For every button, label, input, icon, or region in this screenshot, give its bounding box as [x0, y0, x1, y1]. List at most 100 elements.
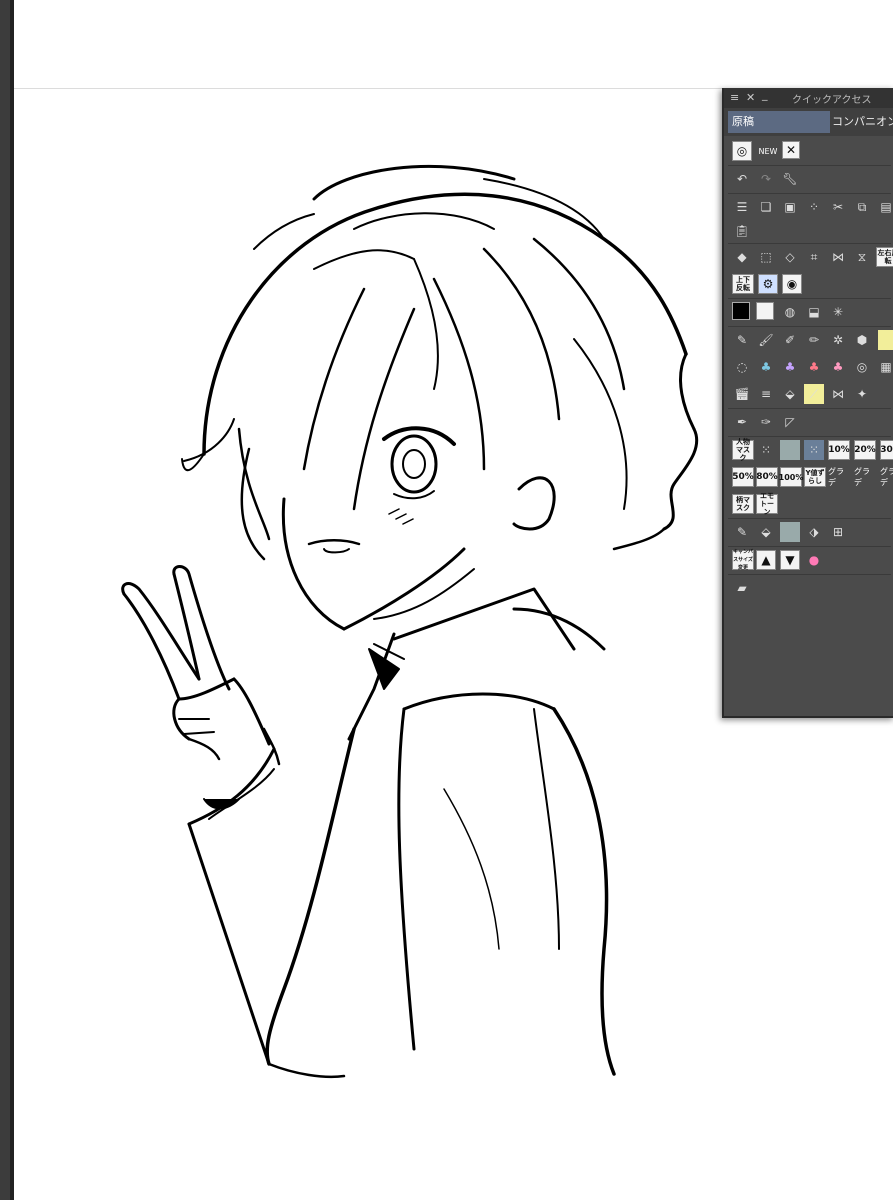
undo-icon[interactable]: ↶: [732, 169, 752, 189]
yellow-swatch[interactable]: [878, 330, 893, 350]
eye-icon[interactable]: ◉: [782, 274, 802, 294]
sparkle-icon[interactable]: ✦: [852, 384, 872, 404]
layer-icon[interactable]: ☰: [732, 197, 752, 217]
grad2-button[interactable]: グラデ: [854, 467, 876, 487]
mesh-icon[interactable]: ⌗: [804, 247, 824, 267]
pen-row: ✒ ✑ ◸: [724, 409, 893, 436]
flip-h-button[interactable]: 左右反転: [876, 247, 893, 267]
menu-icon[interactable]: ≡: [730, 91, 739, 105]
diamond-grid-icon[interactable]: ⬗: [804, 522, 824, 542]
tone-row-1: 人物マスク ⁙ ⁙ 10% 20% 30%: [724, 437, 893, 464]
auto-action-icon[interactable]: ▲: [756, 550, 776, 570]
toolbar-row-3: ☰ ❏ ▣ ⁘ ✂ ⧉ ▤: [724, 194, 893, 221]
tone-row-2: 50% 80% 100% Y値ずらし グラデ グラデ グラデ: [724, 464, 893, 491]
color-mixer-icon[interactable]: ⬓: [804, 302, 824, 322]
cream-red-icon[interactable]: ♣: [804, 357, 824, 377]
grad3-button[interactable]: グラデ: [880, 467, 893, 487]
flip-v-button[interactable]: 上下反転: [732, 274, 754, 294]
pattern-mask-button[interactable]: 柄マスク: [732, 494, 754, 514]
glue-icon[interactable]: ▰: [732, 578, 752, 598]
film-icon[interactable]: 🎬︎: [732, 384, 752, 404]
black-color-swatch[interactable]: [732, 302, 750, 320]
misc-row-3: ▰: [724, 575, 893, 602]
white-color-swatch[interactable]: [756, 302, 774, 320]
clipboard-icon[interactable]: 📋︎: [732, 221, 752, 241]
stamp-icon[interactable]: ⬙: [780, 384, 800, 404]
gradient2-icon[interactable]: [780, 522, 800, 542]
figure-mask-button[interactable]: 人物マスク: [732, 438, 754, 462]
close-icon[interactable]: ✕: [746, 91, 755, 105]
close-file-icon[interactable]: ✕: [782, 141, 800, 159]
dot-tone-icon[interactable]: ⁙: [756, 440, 776, 460]
lasso-icon[interactable]: ◌: [732, 357, 752, 377]
cut-icon[interactable]: ✂: [828, 197, 848, 217]
triangle-icon[interactable]: ◸: [780, 412, 800, 432]
yellow-slash-icon[interactable]: ⟋: [804, 384, 824, 404]
brush-row-3: 🎬︎ ≡ ⬙ ⟋ ⋈ ✦: [724, 381, 893, 408]
color-wheel-icon[interactable]: ◍: [780, 302, 800, 322]
free-transform-icon[interactable]: ◇: [780, 247, 800, 267]
panel-tabs: 原稿 コンパニオン: [724, 108, 893, 136]
auto-action2-icon[interactable]: ▼: [780, 550, 800, 570]
gradient-icon[interactable]: [780, 440, 800, 460]
misc-row-1: ✎ ⬙ ⬗ ⊞: [724, 519, 893, 546]
flip-icon[interactable]: ⋈: [828, 247, 848, 267]
brush-row-1: ✎ 🖌︎ ✐ ✏ ✲ ⬢: [724, 327, 893, 354]
tab-genkou[interactable]: 原稿: [728, 111, 830, 133]
checker-icon[interactable]: ▦: [876, 357, 893, 377]
toolbar-row-4: ◆ ⬚ ◇ ⌗ ⋈ ⧖ 左右反転: [724, 244, 893, 271]
pct80-button[interactable]: 80%: [756, 467, 778, 487]
app-left-frame: [0, 0, 14, 1200]
brush-icon[interactable]: 🖌︎: [756, 330, 776, 350]
new-layer-icon[interactable]: ▣: [780, 197, 800, 217]
cream-blue-icon[interactable]: ♣: [756, 357, 776, 377]
ribbon-icon[interactable]: ⋈: [828, 384, 848, 404]
new-icon[interactable]: NEW: [758, 141, 778, 161]
pen-icon[interactable]: ✒: [732, 412, 752, 432]
magic-wand-icon[interactable]: ✳: [828, 302, 848, 322]
cream-pink-icon[interactable]: ♣: [828, 357, 848, 377]
pct10-button[interactable]: 10%: [828, 440, 850, 460]
y-shift-button[interactable]: Y値ずらし: [804, 467, 826, 487]
pattern-icon[interactable]: ◎: [852, 357, 872, 377]
fill-bucket-icon[interactable]: ⬢: [852, 330, 872, 350]
layer-stack-icon[interactable]: ≡: [756, 384, 776, 404]
canvas-size-button[interactable]: キャンバスサイズ変更: [732, 549, 754, 571]
panel-titlebar: ≡ ✕ _ クイックアクセス: [724, 88, 893, 108]
pencil-icon[interactable]: ✎: [732, 330, 752, 350]
fill-icon[interactable]: ◆: [732, 247, 752, 267]
marker-icon[interactable]: ✎: [732, 522, 752, 542]
spiral-icon[interactable]: ◎: [732, 141, 752, 161]
misc-row-2: キャンバスサイズ変更 ▲ ▼ ●: [724, 547, 893, 574]
transform-icon[interactable]: ⬚: [756, 247, 776, 267]
tab-companion[interactable]: コンパニオン: [828, 111, 893, 133]
minimize-icon[interactable]: _: [762, 88, 768, 102]
grid-icon[interactable]: ⊞: [828, 522, 848, 542]
blend-icon[interactable]: ✏: [804, 330, 824, 350]
pct100-button[interactable]: 100%: [779, 467, 803, 487]
rotate-icon[interactable]: ⧖: [852, 247, 872, 267]
stamp2-icon[interactable]: ⬙: [756, 522, 776, 542]
airbrush-icon[interactable]: ✐: [780, 330, 800, 350]
emotone-button[interactable]: エモトーン: [756, 492, 778, 516]
cream-purple-icon[interactable]: ♣: [780, 357, 800, 377]
tone-row-3: 柄マスク エモトーン: [724, 491, 893, 518]
settings-icon[interactable]: ⚙: [758, 274, 778, 294]
layer-add-icon[interactable]: ❏: [756, 197, 776, 217]
dot-select-icon[interactable]: ⁙: [804, 440, 824, 460]
paste-icon[interactable]: ▤: [876, 197, 893, 217]
color-circles-icon[interactable]: ●: [804, 550, 824, 570]
pen-nib-icon[interactable]: ✑: [756, 412, 776, 432]
star-brush-icon[interactable]: ✲: [828, 330, 848, 350]
pct50-button[interactable]: 50%: [732, 467, 754, 487]
toolbar-row-1: ◎ NEW ✕: [724, 138, 893, 165]
select-icon[interactable]: ⁘: [804, 197, 824, 217]
grad1-button[interactable]: グラデ: [828, 467, 850, 487]
copy-icon[interactable]: ⧉: [852, 197, 872, 217]
pct30-button[interactable]: 30%: [880, 440, 893, 460]
canvas-top-area: [14, 0, 893, 89]
redo-icon[interactable]: ↷: [756, 169, 776, 189]
wrench-icon[interactable]: 🔧︎: [780, 169, 800, 189]
toolbar-row-5: 上下反転 ⚙ ◉: [724, 271, 893, 298]
pct20-button[interactable]: 20%: [854, 440, 876, 460]
